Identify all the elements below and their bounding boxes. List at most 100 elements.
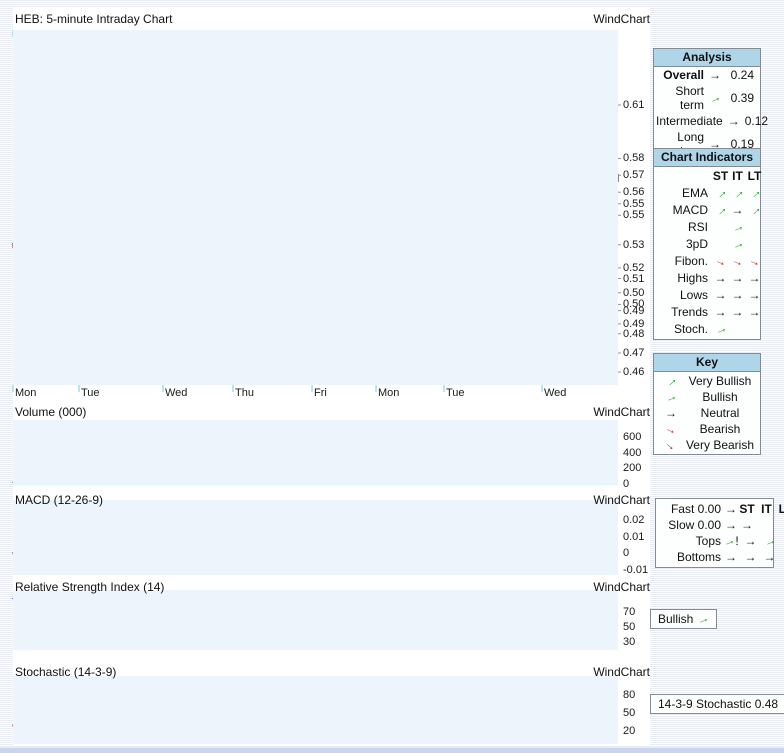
bearish-arrow-icon: → [747, 253, 763, 269]
macd-info-row: Slow 0.00→→ [656, 517, 773, 533]
indicator-cell: → [729, 254, 746, 268]
x-axis-label: Wed [165, 387, 187, 399]
key-arrow-cell: → [658, 438, 684, 452]
very-bullish-arrow-icon: → [729, 185, 746, 202]
macd-info-label: Fast 0.00 [661, 502, 721, 516]
indicator-row-label: Highs [656, 271, 712, 285]
main-price-plot-area[interactable] [13, 30, 618, 385]
indicator-cell: → [746, 271, 763, 285]
analysis-row-label: Overall [656, 68, 704, 82]
macd-plot-area[interactable] [13, 500, 618, 575]
price-axis-label: 0.49 [623, 305, 644, 317]
indicator-cell: → [729, 305, 746, 319]
neutral-arrow-icon: → [732, 306, 744, 318]
price-axis-label: 0.57 [623, 169, 644, 181]
indicator-cell: → [729, 203, 746, 217]
macd-info-cell: ST [739, 502, 754, 516]
macd-info-label: Tops [661, 534, 721, 548]
bearish-arrow-icon: → [663, 421, 679, 437]
volume-axis-label: 200 [623, 462, 641, 474]
x-axis-label: Tue [446, 387, 465, 399]
key-label: Very Bullish [684, 374, 756, 388]
macd-info-cells: STITLT [737, 502, 784, 516]
key-arrow-cell: → [658, 390, 684, 404]
neutral-arrow-icon: → [709, 69, 721, 81]
neutral-arrow-icon: → [749, 272, 761, 284]
bullish-arrow-icon: → [762, 533, 778, 549]
key-label: Bearish [684, 422, 756, 436]
stochastic-plot-area[interactable] [13, 676, 618, 744]
indicator-cell: → [746, 203, 763, 217]
price-axis-label: 0.47 [623, 347, 644, 359]
x-axis-label: Fri [314, 387, 327, 399]
very-bullish-arrow-icon: → [712, 185, 729, 202]
indicator-cell: → [729, 271, 746, 285]
macd-info-cell: → [764, 550, 776, 564]
key-arrow-cell: → [658, 422, 684, 436]
analysis-row-value: 0.24 [726, 68, 754, 82]
indicator-row-label: Lows [656, 288, 712, 302]
neutral-arrow-icon: → [715, 306, 727, 318]
macd-info-label: Slow 0.00 [661, 518, 721, 532]
stoch-axis-label: 50 [623, 707, 635, 719]
indicator-cell: → [729, 237, 746, 251]
stoch-panel-title: Stochastic (14-3-9) [15, 665, 116, 679]
macd-info-row: Tops→!→→ [656, 533, 773, 549]
macd-info-cell: → [764, 534, 776, 548]
indicator-cell: → [729, 186, 746, 200]
rsi-status-label: Bullish [658, 612, 697, 626]
bullish-arrow-icon: → [730, 236, 746, 252]
key-row: →Neutral [654, 406, 760, 420]
key-box-header: Key [654, 354, 760, 372]
volume-plot-area[interactable] [13, 420, 618, 484]
macd-info-row: Bottoms→→→ [656, 549, 773, 565]
neutral-arrow-icon: → [749, 306, 761, 318]
key-label: Bullish [684, 390, 756, 404]
macd-axis-label: 0 [623, 547, 629, 559]
x-axis-label: Mon [15, 387, 36, 399]
indicator-cell: → [712, 271, 729, 285]
windchart-brand-macd: WindChart [593, 493, 650, 507]
indicator-row-label: RSI [656, 220, 712, 234]
indicator-column-header: IT [729, 169, 746, 183]
indicator-row-label: 3pD [656, 237, 712, 251]
neutral-arrow-icon: → [725, 519, 737, 531]
indicator-column-header: LT [746, 169, 763, 183]
indicator-cell: → [746, 186, 763, 200]
rsi-panel-title: Relative Strength Index (14) [15, 580, 164, 594]
key-row: →Bullish [654, 390, 760, 404]
macd-axis-label: 0.02 [623, 514, 644, 526]
key-row: → Bearish [654, 422, 760, 436]
very-bullish-arrow-icon: → [712, 202, 729, 219]
price-axis-label: 0.55 [623, 198, 644, 210]
neutral-arrow-icon: → [715, 272, 727, 284]
macd-info-cell: →! [723, 534, 738, 548]
bullish-arrow-icon: → [707, 90, 723, 106]
macd-info-cell: LT [779, 502, 784, 516]
stoch-status-box: 14-3-9 Stochastic 0.48 [650, 694, 784, 714]
price-axis-label: 0.55 [623, 209, 644, 221]
stoch-status-label: 14-3-9 Stochastic 0.48 [658, 697, 778, 711]
indicator-row-label: MACD [656, 203, 712, 217]
bullish-arrow-icon: → [730, 219, 746, 235]
macd-info-row: Fast 0.00→STITLT [656, 501, 773, 517]
bullish-arrow-icon: → [695, 611, 711, 627]
rsi-plot-area[interactable] [13, 590, 618, 650]
indicator-row-label: Trends [656, 305, 712, 319]
rsi-status-box: Bullish → [650, 609, 717, 629]
macd-axis-label: 0.01 [623, 531, 644, 543]
volume-panel-title: Volume (000) [15, 405, 86, 419]
windchart-brand-main: WindChart [593, 12, 650, 26]
bearish-arrow-icon: → [730, 253, 746, 269]
bearish-arrow-icon: → [713, 253, 729, 269]
neutral-arrow-icon: → [715, 289, 727, 301]
price-axis-label: 0.58 [623, 152, 644, 164]
analysis-row-label: Intermediate [656, 114, 723, 128]
indicator-cell: → [729, 220, 746, 234]
neutral-arrow-icon: → [749, 289, 761, 301]
analysis-box: Analysis Overall→0.24Short term→0.39Inte… [653, 48, 761, 160]
indicator-cell: → [712, 254, 729, 268]
windchart-brand-rsi: WindChart [593, 580, 650, 594]
neutral-arrow-icon: → [732, 204, 744, 216]
analysis-row: Overall → 0.24 [654, 67, 760, 83]
